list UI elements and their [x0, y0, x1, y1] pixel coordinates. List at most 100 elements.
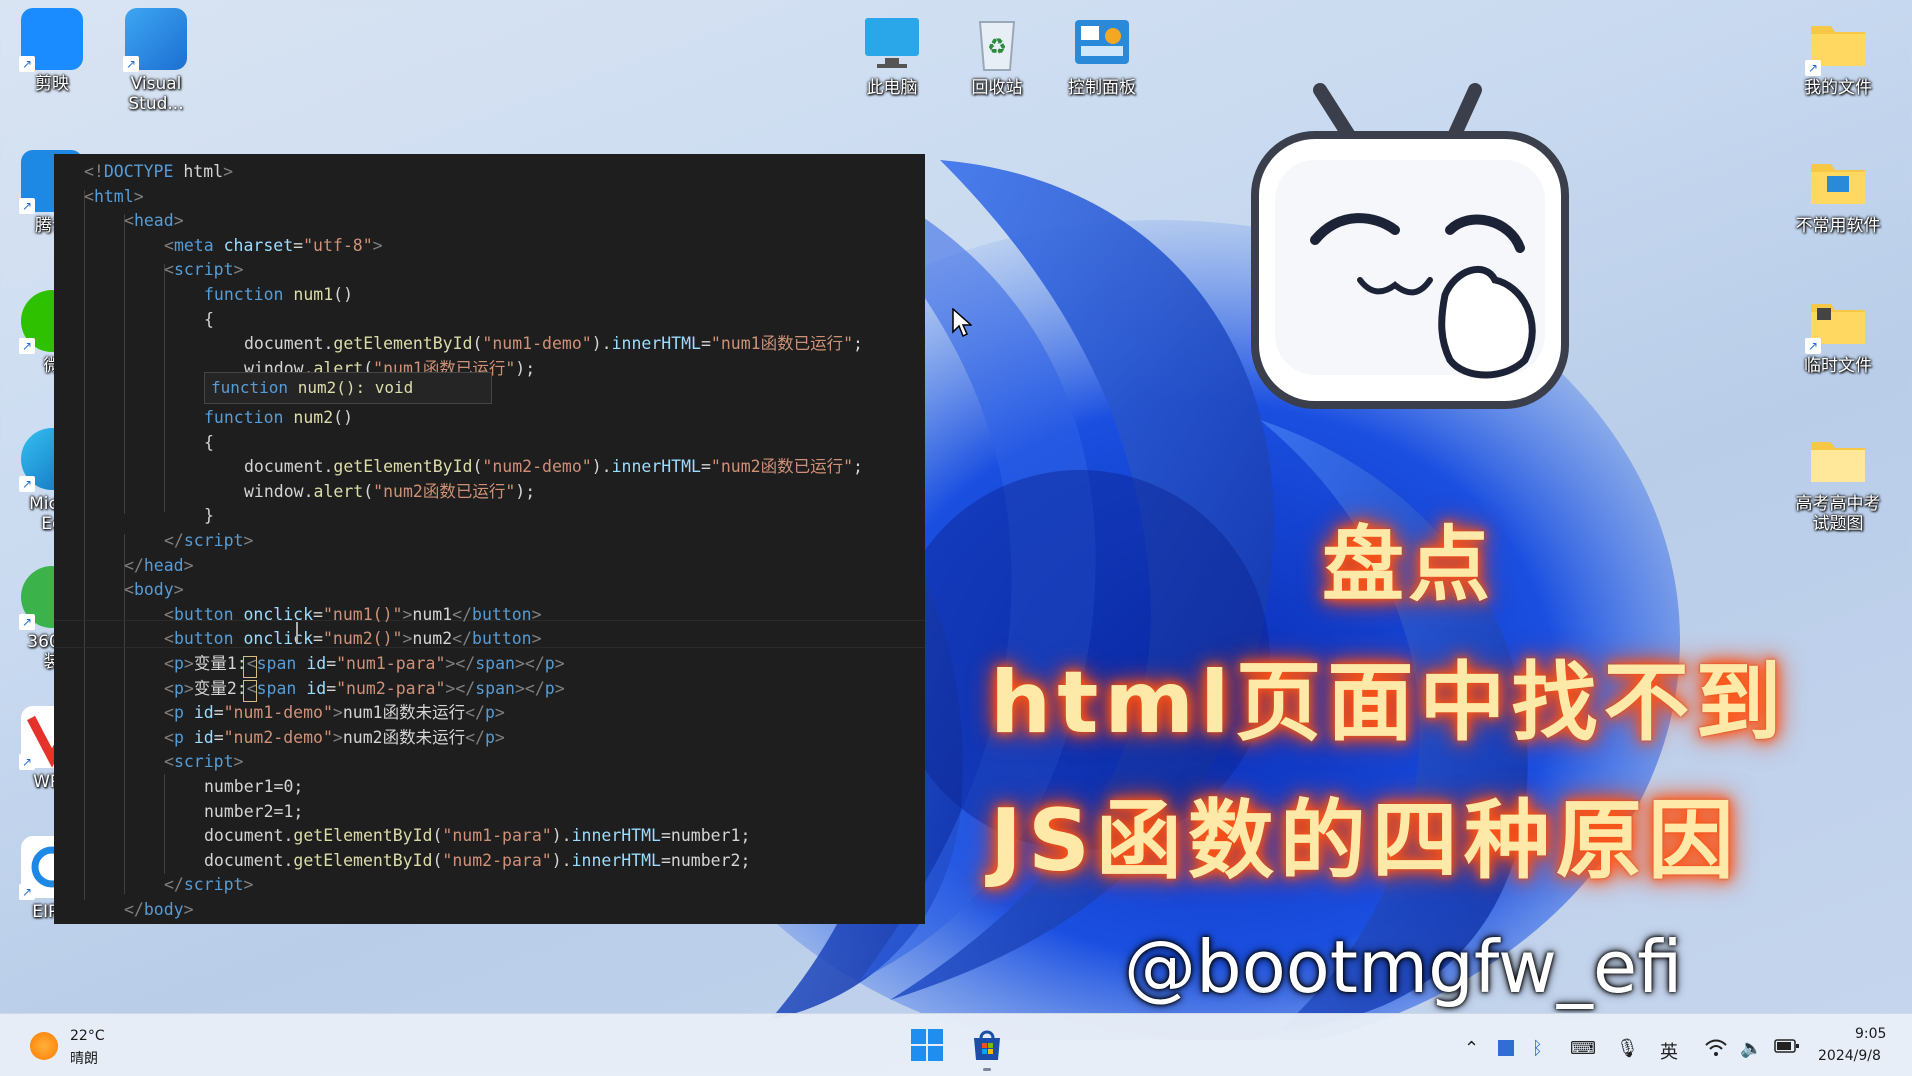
code-token: window. [244, 481, 314, 501]
code-line[interactable]: } [204, 504, 214, 529]
chevron-up-icon[interactable]: ⌃ [1464, 1038, 1479, 1059]
code-token: =number2; [660, 850, 751, 870]
clock-date[interactable]: 2024/9/8 [1818, 1048, 1881, 1064]
code-token: = [700, 457, 711, 477]
indent-guide [164, 264, 165, 512]
code-token: ). [591, 457, 612, 477]
code-line[interactable]: number1=0; [204, 775, 303, 800]
code-token: > [243, 875, 254, 895]
code-line[interactable]: <script> [164, 258, 243, 283]
code-token: > [402, 604, 413, 624]
recycle-bin-icon: ♻ [966, 12, 1028, 74]
code-token: "num1-para" [336, 654, 446, 673]
wifi-icon[interactable] [1704, 1038, 1728, 1063]
code-token: </ [465, 727, 485, 747]
code-token: ). [591, 334, 612, 354]
code-line[interactable]: </script> [164, 873, 253, 898]
windows-logo-icon [911, 1029, 943, 1061]
code-line[interactable]: document.getElementById("num1-para").inn… [204, 824, 750, 849]
code-line[interactable]: <p id="num1-demo">num1函数未运行</p> [164, 701, 505, 726]
code-line[interactable]: <meta charset="utf-8"> [164, 234, 383, 259]
code-editor[interactable]: <!DOCTYPE html> <html> <head> <meta charset… [54, 154, 925, 924]
desktop-icon-exam-images[interactable]: 高考高中考 试题图 [1788, 428, 1888, 534]
code-line[interactable]: <p id="num2-demo">num2函数未运行</p> [164, 726, 505, 751]
battery-icon[interactable] [1774, 1038, 1800, 1059]
weather-desc[interactable]: 晴朗 [70, 1048, 98, 1068]
code-token: innerHTML [571, 850, 661, 870]
code-line[interactable]: <html> [84, 185, 144, 210]
control-panel-icon [1071, 12, 1133, 74]
desktop-icon-temp-files[interactable]: ↗ 临时文件 [1788, 290, 1888, 376]
code-token: alert [313, 481, 364, 501]
desktop-icon-recycle-bin[interactable]: ♻ 回收站 [947, 12, 1047, 98]
code-token: > [233, 752, 244, 772]
keyboard-icon[interactable]: ⌨ [1570, 1038, 1596, 1059]
code-token: body [143, 900, 184, 919]
code-token: button [173, 604, 234, 624]
desktop-icon-uncommon-software[interactable]: 不常用软件 [1788, 150, 1888, 236]
code-token: = [213, 703, 224, 723]
bluetooth-icon[interactable]: ᛒ [1532, 1038, 1543, 1059]
code-line[interactable]: function num2() [204, 406, 353, 431]
weather-temp[interactable]: 22°C [70, 1028, 105, 1044]
code-token: < [164, 604, 174, 624]
bracket-match [243, 680, 257, 702]
shortcut-arrow-icon: ↗ [1805, 338, 1821, 354]
code-token: ( [472, 457, 483, 477]
code-token: > [531, 629, 542, 649]
code-token: > [183, 678, 194, 698]
ime-indicator[interactable]: 英 [1660, 1038, 1678, 1064]
desktop-icon-my-files[interactable]: ↗ 我的文件 [1788, 12, 1888, 98]
code-token: button [173, 629, 234, 649]
code-line[interactable]: window.alert("num2函数已运行"); [244, 480, 535, 505]
tray-app-icon[interactable] [1498, 1040, 1514, 1056]
code-token: > [332, 703, 343, 723]
volume-icon[interactable]: 🔈 [1740, 1038, 1762, 1059]
code-token: = [326, 678, 337, 698]
code-token: html [93, 186, 134, 206]
store-taskbar-button[interactable] [970, 1028, 1004, 1071]
code-line[interactable]: <head> [124, 209, 184, 234]
weather-icon[interactable] [30, 1032, 58, 1060]
code-token: p [544, 678, 555, 698]
code-token: charset [223, 235, 294, 255]
code-line[interactable]: document.getElementById("num2-demo").inn… [244, 455, 863, 480]
video-title-line1: 盘点 [1322, 518, 1495, 613]
code-line[interactable]: { [204, 431, 214, 456]
code-line[interactable]: <body> [124, 578, 184, 603]
desktop-icon-jianying[interactable]: ↗ 剪映 [2, 8, 102, 94]
code-token: button [472, 629, 532, 649]
code-token: > [402, 629, 413, 649]
code-line[interactable]: <button onclick="num2()">num2</button> [164, 627, 542, 652]
code-token: () [333, 285, 354, 304]
code-line[interactable]: </body> [124, 898, 194, 923]
code-line[interactable]: number2=1; [204, 800, 303, 825]
code-token: html [173, 162, 224, 181]
code-line[interactable]: document.getElementById("num1-demo").inn… [244, 332, 863, 357]
code-token: document. [244, 457, 334, 477]
code-line[interactable]: <!DOCTYPE html> [84, 160, 233, 185]
code-line[interactable]: { [204, 308, 214, 333]
code-line[interactable]: <p>变量2:<span id="num2-para"></span></p> [164, 677, 565, 702]
code-token: =number1; [660, 826, 751, 846]
desktop-icon-this-pc[interactable]: 此电脑 [842, 12, 942, 98]
microphone-icon[interactable]: 🎙 [1616, 1038, 1639, 1059]
code-line[interactable]: function num1() [204, 283, 353, 308]
code-line[interactable]: <p>变量1:<span id="num1-para"></span></p> [164, 652, 565, 677]
clock-time[interactable]: 9:05 [1855, 1026, 1886, 1042]
code-token: <! [84, 162, 104, 181]
code-token: "num2函数已运行" [710, 457, 854, 477]
code-line[interactable]: </head> [124, 554, 194, 579]
code-line[interactable]: document.getElementById("num2-para").inn… [204, 849, 750, 874]
desktop-icon-vscode[interactable]: ↗ Visual Stud... [106, 8, 206, 114]
code-line[interactable]: </script> [164, 529, 253, 554]
code-token: script [173, 752, 234, 772]
code-line[interactable]: <button onclick="num1()">num1</button> [164, 603, 542, 628]
running-indicator [983, 1068, 991, 1071]
code-token: </ [452, 604, 473, 624]
desktop-icon-control-panel[interactable]: 控制面板 [1052, 12, 1152, 98]
start-button[interactable] [910, 1028, 944, 1062]
code-line[interactable]: <script> [164, 750, 243, 775]
